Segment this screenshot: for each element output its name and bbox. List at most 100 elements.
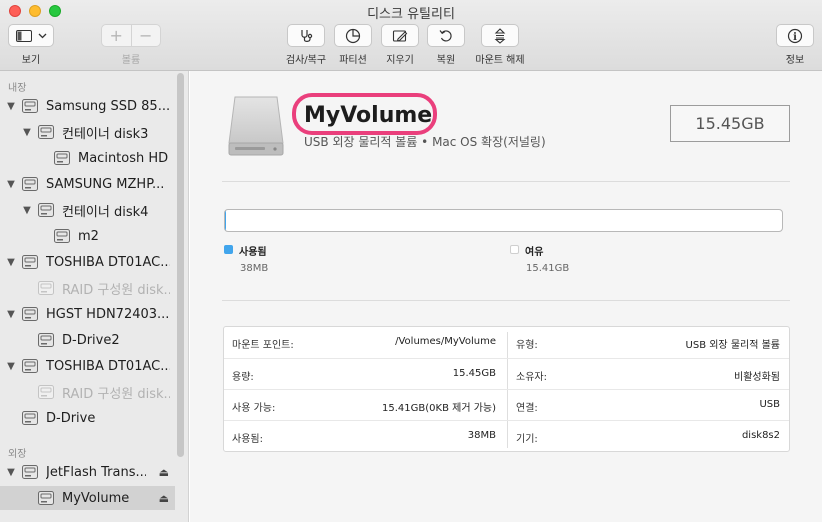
sidebar-item-label: RAID 구성원 disk... bbox=[62, 282, 170, 298]
info-key: 소유자: bbox=[516, 372, 547, 383]
info-key: 연결: bbox=[516, 403, 538, 414]
sidebar-item-label: Samsung SSD 85... bbox=[46, 98, 170, 114]
volume-detail-pane: USB 외장 물리적 볼륨 • Mac OS 확장(저널링) MyVolume … bbox=[190, 71, 822, 522]
sidebar-item-label: Macintosh HD bbox=[78, 150, 169, 166]
sidebar-scrollbar[interactable] bbox=[177, 73, 184, 457]
volume-info-table: 마운트 포인트: /Volumes/MyVolume 유형: USB 외장 물리적 볼… bbox=[223, 326, 790, 452]
info-label: 정보 bbox=[785, 55, 805, 66]
disk-icon bbox=[38, 491, 54, 505]
used-legend-swatch bbox=[224, 245, 233, 254]
sidebar-item-11[interactable]: RAID 구성원 disk... bbox=[0, 380, 175, 404]
sidebar-item-10[interactable]: ▼ TOSHIBA DT01AC... bbox=[0, 354, 175, 378]
disk-icon bbox=[22, 359, 38, 373]
sidebar-item-14[interactable]: MyVolume ⏏ bbox=[0, 486, 175, 510]
toolbar: 디스크 유틸리티 보기 + − 볼륨 검사/복구 파티션 지우기 복원 마운트 … bbox=[0, 0, 822, 71]
sidebar-item-5[interactable]: m2 bbox=[0, 224, 175, 248]
free-legend-swatch bbox=[510, 245, 519, 254]
sidebar-item-label: JetFlash Trans... bbox=[46, 464, 146, 480]
volume-segment: + − bbox=[101, 24, 161, 47]
used-legend-title: 사용됨 bbox=[239, 247, 267, 258]
disk-icon bbox=[38, 385, 54, 399]
info-key: 기기: bbox=[516, 434, 538, 445]
svg-text:i: i bbox=[793, 32, 797, 43]
info-value: 15.45GB bbox=[452, 368, 496, 379]
internal-section-header: 내장 bbox=[8, 83, 27, 94]
sidebar-item-8[interactable]: ▼ HGST HDN72403... bbox=[0, 302, 175, 326]
erase-button[interactable] bbox=[381, 24, 419, 47]
partition-button[interactable] bbox=[334, 24, 372, 47]
sidebar-item-1[interactable]: ▼ 컨테이너 disk3 bbox=[0, 120, 175, 144]
disk-icon bbox=[22, 255, 38, 269]
sidebar-item-label: TOSHIBA DT01AC... bbox=[46, 254, 170, 270]
free-legend-title: 여유 bbox=[525, 247, 544, 258]
sidebar-item-label: MyVolume bbox=[62, 490, 130, 506]
partition-label: 파티션 bbox=[339, 55, 367, 66]
sidebar-item-9[interactable]: D-Drive2 bbox=[0, 328, 175, 352]
disclosure-triangle-icon[interactable]: ▼ bbox=[6, 467, 16, 478]
divider bbox=[222, 300, 790, 301]
info-row: 용량: 15.45GB 소유자: 비활성화됨 bbox=[224, 358, 789, 389]
sidebar-item-label: 컨테이너 disk4 bbox=[62, 204, 149, 220]
add-volume-button[interactable]: + bbox=[102, 25, 131, 46]
sidebar-item-12[interactable]: D-Drive bbox=[0, 406, 175, 430]
disclosure-triangle-icon[interactable]: ▼ bbox=[22, 127, 32, 138]
disk-icon bbox=[38, 281, 54, 295]
view-button[interactable] bbox=[8, 24, 54, 47]
sidebar-item-label: SAMSUNG MZHP... bbox=[46, 176, 165, 192]
disclosure-triangle-icon[interactable]: ▼ bbox=[6, 309, 16, 320]
free-legend-value: 15.41GB bbox=[526, 263, 570, 274]
info-value: 38MB bbox=[467, 430, 496, 441]
eject-icon[interactable]: ⏏ bbox=[159, 466, 169, 479]
disclosure-triangle-icon[interactable]: ▼ bbox=[22, 205, 32, 216]
info-row: 사용됨: 38MB 기기: disk8s2 bbox=[224, 420, 789, 451]
info-key: 마운트 포인트: bbox=[232, 340, 294, 351]
sidebar-item-0[interactable]: ▼ Samsung SSD 85... bbox=[0, 94, 175, 118]
sidebar-item-7[interactable]: RAID 구성원 disk... bbox=[0, 276, 175, 300]
info-value: disk8s2 bbox=[741, 430, 780, 441]
sidebar-item-label: D-Drive bbox=[46, 410, 96, 426]
sidebar-item-3[interactable]: ▼ SAMSUNG MZHP... bbox=[0, 172, 175, 196]
info-value: USB bbox=[759, 399, 780, 410]
disk-icon bbox=[54, 229, 70, 243]
sidebar-item-4[interactable]: ▼ 컨테이너 disk4 bbox=[0, 198, 175, 222]
erase-pencil-icon bbox=[392, 29, 408, 42]
disclosure-triangle-icon[interactable]: ▼ bbox=[6, 179, 16, 190]
eject-icon[interactable]: ⏏ bbox=[159, 492, 169, 505]
info-value: USB 외장 물리적 볼륨 bbox=[685, 340, 780, 351]
disk-icon bbox=[22, 99, 38, 113]
volume-subtitle: USB 외장 물리적 볼륨 • Mac OS 확장(저널링) bbox=[304, 135, 546, 149]
restore-label: 복원 bbox=[436, 55, 456, 66]
sidebar-item-label: m2 bbox=[78, 228, 99, 244]
restore-button[interactable] bbox=[427, 24, 465, 47]
disclosure-triangle-icon[interactable]: ▼ bbox=[6, 257, 16, 268]
sidebar-item-2[interactable]: Macintosh HD bbox=[0, 146, 175, 170]
window-title: 디스크 유틸리티 bbox=[367, 7, 455, 22]
volume-size-box: 15.45GB bbox=[670, 105, 790, 142]
disk-icon bbox=[22, 307, 38, 321]
restore-arrow-icon bbox=[439, 29, 452, 42]
sidebar-item-label: TOSHIBA DT01AC... bbox=[46, 358, 170, 374]
info-icon: i bbox=[787, 28, 803, 43]
sidebar-item-6[interactable]: ▼ TOSHIBA DT01AC... bbox=[0, 250, 175, 274]
disclosure-triangle-icon[interactable]: ▼ bbox=[6, 361, 16, 372]
sidebar: 내장 외장 ▼ Samsung SSD 85... ▼ 컨테이너 disk3 Macin… bbox=[0, 71, 189, 522]
pie-partition-icon bbox=[345, 28, 361, 43]
sidebar-item-13[interactable]: ▼ JetFlash Trans... ⏏ bbox=[0, 460, 175, 484]
info-button[interactable]: i bbox=[776, 24, 814, 47]
erase-label: 지우기 bbox=[386, 55, 414, 66]
view-label: 보기 bbox=[21, 55, 41, 66]
remove-volume-button[interactable]: − bbox=[130, 25, 161, 46]
external-drive-icon bbox=[228, 96, 284, 156]
disclosure-triangle-icon[interactable]: ▼ bbox=[6, 101, 16, 112]
info-row: 사용 가능: 15.41GB(0KB 제거 가능) 연결: USB bbox=[224, 389, 789, 420]
sidebar-item-label: HGST HDN72403... bbox=[46, 306, 170, 322]
stethoscope-icon bbox=[301, 29, 313, 42]
unmount-button[interactable] bbox=[481, 24, 519, 47]
sidebar-item-label: RAID 구성원 disk... bbox=[62, 386, 170, 402]
unmount-icon bbox=[494, 27, 506, 44]
first-aid-button[interactable] bbox=[287, 24, 325, 47]
usage-bar-used-fill bbox=[225, 210, 227, 231]
disk-icon bbox=[38, 333, 54, 347]
info-value: 비활성화됨 bbox=[734, 372, 780, 383]
info-value: /Volumes/MyVolume bbox=[395, 336, 496, 347]
